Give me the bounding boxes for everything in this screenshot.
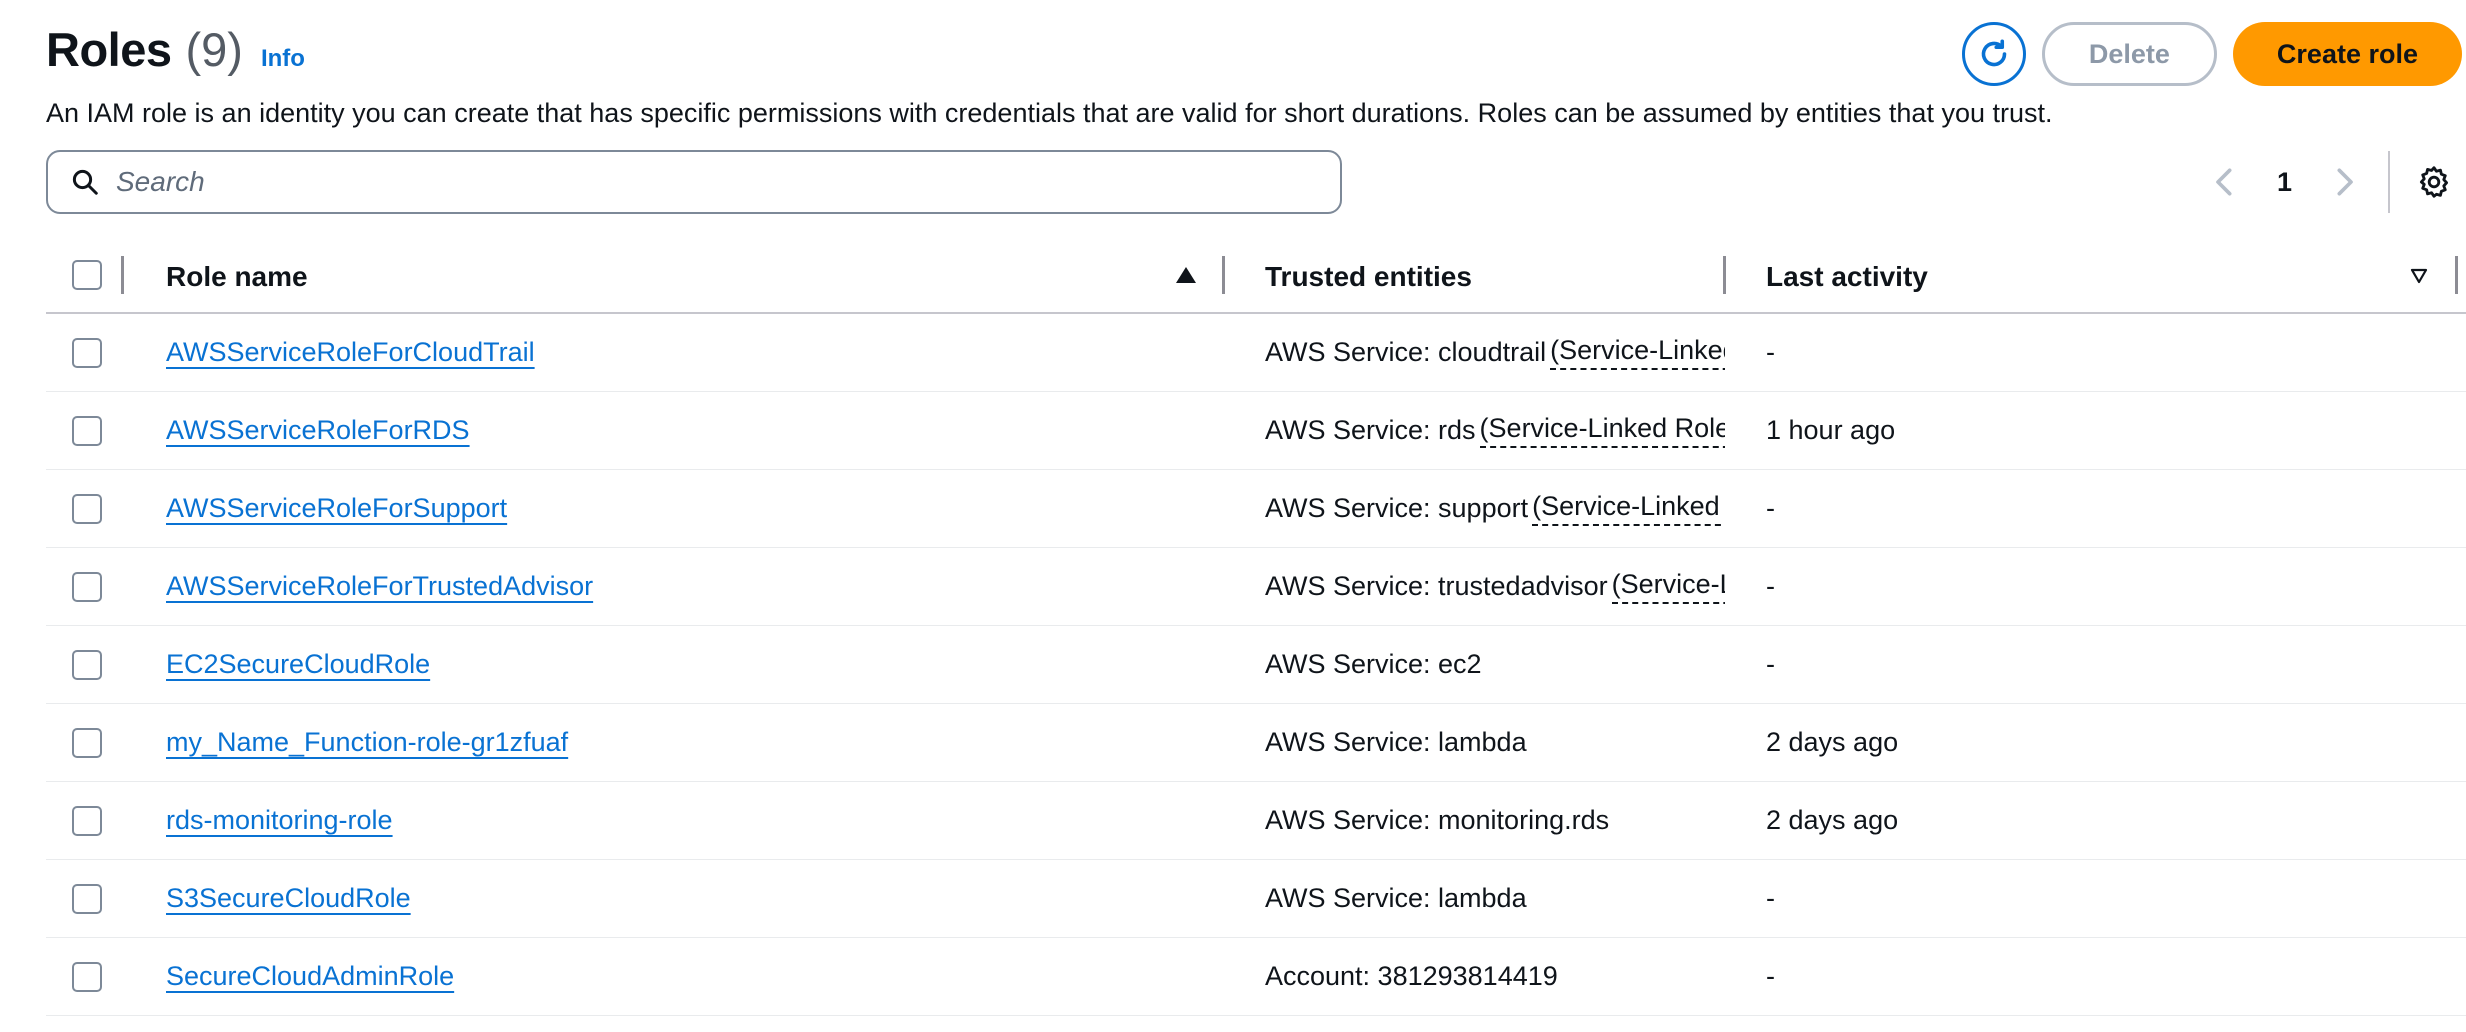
last-activity-text: 2 days ago xyxy=(1766,805,1899,835)
pagination: 1 xyxy=(2203,150,2466,214)
header-actions: Delete Create role xyxy=(1961,22,2462,86)
info-link[interactable]: Info xyxy=(261,45,305,73)
trusted-entity-text: AWS Service: lambda xyxy=(1265,727,1527,757)
table-row: AWSServiceRoleForTrustedAdvisor AWS Serv… xyxy=(46,548,2466,626)
row-checkbox[interactable] xyxy=(72,416,102,446)
trusted-entity-text: AWS Service: rds xyxy=(1265,415,1476,445)
page-title: Roles xyxy=(46,23,172,76)
page-header: Roles (9) Info xyxy=(46,22,305,77)
table-body: AWSServiceRoleForCloudTrail AWS Service:… xyxy=(46,314,2466,1016)
refresh-button[interactable] xyxy=(1961,22,2026,86)
search-icon xyxy=(72,169,98,195)
trusted-entity-text: AWS Service: support xyxy=(1265,493,1529,523)
role-name-link[interactable]: S3SecureCloudRole xyxy=(166,883,411,914)
pagination-divider xyxy=(2388,151,2390,213)
sort-descending-icon[interactable] xyxy=(2410,268,2428,284)
trusted-entity-text: AWS Service: lambda xyxy=(1265,883,1527,913)
trusted-entity-text: Account: 381293814419 xyxy=(1265,961,1558,991)
service-linked-role-label[interactable]: (Service-Linked Role) xyxy=(1479,413,1725,448)
last-activity-text: - xyxy=(1766,883,1775,913)
role-name-link[interactable]: my_Name_Function-role-gr1zfuaf xyxy=(166,727,568,758)
search-box[interactable] xyxy=(46,150,1342,214)
column-header-trusted-entities[interactable]: Trusted entities xyxy=(1265,242,1472,312)
column-header-last-activity[interactable]: Last activity xyxy=(1766,242,1928,312)
table-row: S3SecureCloudRole AWS Service: lambda - xyxy=(46,860,2466,938)
previous-page-button[interactable] xyxy=(2203,162,2243,202)
current-page-number[interactable]: 1 xyxy=(2277,167,2292,198)
row-checkbox[interactable] xyxy=(72,572,102,602)
role-name-link[interactable]: EC2SecureCloudRole xyxy=(166,649,430,680)
roles-page: Roles (9) Info An IAM role is an identit… xyxy=(0,0,2466,1032)
role-name-link[interactable]: AWSServiceRoleForCloudTrail xyxy=(166,337,535,368)
table-row: SecureCloudAdminRole Account: 3812938144… xyxy=(46,938,2466,1016)
row-checkbox[interactable] xyxy=(72,962,102,992)
gear-icon xyxy=(2419,166,2449,198)
row-checkbox[interactable] xyxy=(72,806,102,836)
column-separator[interactable] xyxy=(2455,256,2458,294)
chevron-left-icon xyxy=(2216,168,2232,196)
table-row: rds-monitoring-role AWS Service: monitor… xyxy=(46,782,2466,860)
service-linked-role-label[interactable]: (Service-Linked Role) xyxy=(1611,569,1725,604)
table-row: AWSServiceRoleForRDS AWS Service: rds (Se… xyxy=(46,392,2466,470)
row-checkbox[interactable] xyxy=(72,494,102,524)
table-header: Role name Trusted entities Last activity xyxy=(46,242,2466,314)
trusted-entity-text: AWS Service: ec2 xyxy=(1265,649,1482,679)
row-checkbox[interactable] xyxy=(72,650,102,680)
row-checkbox[interactable] xyxy=(72,884,102,914)
last-activity-text: 1 hour ago xyxy=(1766,415,1896,445)
chevron-right-icon xyxy=(2337,168,2353,196)
table-settings-button[interactable] xyxy=(2412,160,2456,204)
last-activity-text: - xyxy=(1766,337,1775,367)
column-header-role-name[interactable]: Role name xyxy=(166,242,308,312)
last-activity-text: - xyxy=(1766,571,1775,601)
next-page-button[interactable] xyxy=(2326,162,2366,202)
table-row: AWSServiceRoleForCloudTrail AWS Service:… xyxy=(46,314,2466,392)
roles-table: Role name Trusted entities Last activity… xyxy=(46,242,2466,1016)
role-name-link[interactable]: AWSServiceRoleForRDS xyxy=(166,415,470,446)
delete-button[interactable]: Delete xyxy=(2041,22,2217,86)
role-name-link[interactable]: rds-monitoring-role xyxy=(166,805,393,836)
table-row: my_Name_Function-role-gr1zfuaf AWS Servi… xyxy=(46,704,2466,782)
role-name-link[interactable]: AWSServiceRoleForSupport xyxy=(166,493,507,524)
column-separator[interactable] xyxy=(1222,256,1225,294)
row-checkbox[interactable] xyxy=(72,728,102,758)
last-activity-text: - xyxy=(1766,649,1775,679)
search-input[interactable] xyxy=(116,166,1296,198)
role-count: (9) xyxy=(185,23,243,76)
role-name-link[interactable]: SecureCloudAdminRole xyxy=(166,961,454,992)
last-activity-text: - xyxy=(1766,961,1775,991)
column-separator[interactable] xyxy=(121,256,124,294)
last-activity-text: 2 days ago xyxy=(1766,727,1899,757)
service-linked-role-label[interactable]: (Service-Linked Role) xyxy=(1532,491,1725,526)
trusted-entity-text: AWS Service: trustedadvisor xyxy=(1265,571,1608,601)
row-checkbox[interactable] xyxy=(72,338,102,368)
role-name-link[interactable]: AWSServiceRoleForTrustedAdvisor xyxy=(166,571,593,602)
page-description: An IAM role is an identity you can creat… xyxy=(46,98,2053,128)
last-activity-text: - xyxy=(1766,493,1775,523)
table-row: EC2SecureCloudRole AWS Service: ec2 - xyxy=(46,626,2466,704)
sort-ascending-icon[interactable] xyxy=(1176,267,1196,283)
select-all-checkbox[interactable] xyxy=(72,260,102,290)
refresh-icon xyxy=(1981,39,2007,67)
column-separator[interactable] xyxy=(1723,256,1726,294)
trusted-entity-text: AWS Service: monitoring.rds xyxy=(1265,805,1610,835)
table-row: AWSServiceRoleForSupport AWS Service: su… xyxy=(46,470,2466,548)
service-linked-role-label[interactable]: (Service-Linked Role) xyxy=(1550,335,1725,370)
trusted-entity-text: AWS Service: cloudtrail xyxy=(1265,337,1547,367)
create-role-button[interactable]: Create role xyxy=(2232,22,2462,86)
